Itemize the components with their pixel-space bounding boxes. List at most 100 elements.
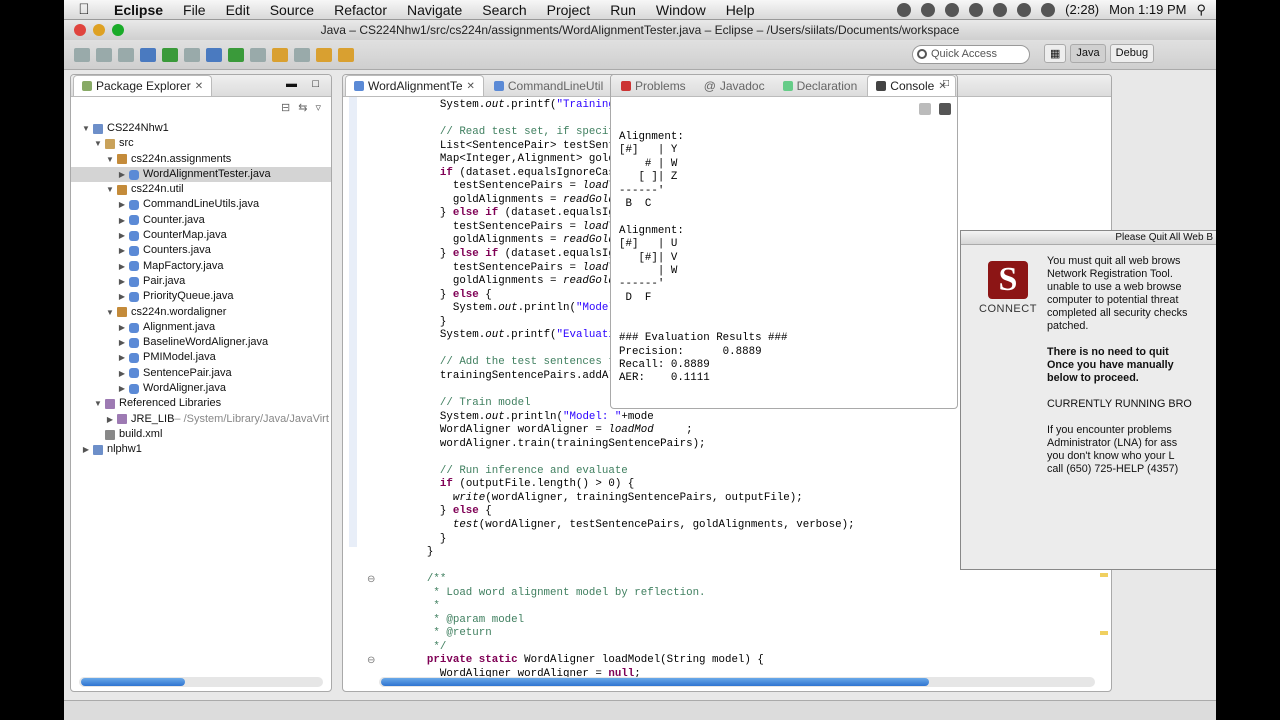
open-type-icon[interactable] [250, 47, 266, 62]
tree-item[interactable]: ▼ cs224n.wordaligner [71, 305, 331, 320]
code-line[interactable]: } [401, 533, 855, 547]
expanded-arrow-icon[interactable]: ▼ [105, 152, 115, 167]
annotation-icon[interactable] [294, 47, 310, 62]
search-toolbar-icon[interactable] [272, 47, 288, 62]
code-line[interactable]: * [401, 600, 855, 614]
tree-item[interactable]: ▶ JRE_LIB – /System/Library/Java/JavaVirt [71, 412, 331, 427]
code-line[interactable] [401, 560, 855, 574]
overview-marker[interactable] [1100, 631, 1108, 635]
code-line[interactable]: test(wordAligner, testSentencePairs, gol… [401, 519, 855, 533]
overview-marker[interactable] [1100, 573, 1108, 577]
tab-javadoc[interactable]: @ Javadoc [696, 76, 773, 96]
expanded-arrow-icon[interactable]: ▼ [81, 121, 91, 136]
expanded-arrow-icon[interactable]: ▼ [93, 396, 103, 411]
collapsed-arrow-icon[interactable]: ▶ [117, 274, 127, 289]
collapsed-arrow-icon[interactable]: ▶ [117, 197, 127, 212]
tab-wordalignmenttester[interactable]: WordAlignmentTe ✕ [345, 75, 484, 96]
code-line[interactable]: * Load word alignment model by reflectio… [401, 587, 855, 601]
collapsed-arrow-icon[interactable]: ▶ [117, 350, 127, 365]
flag-icon[interactable] [1017, 2, 1032, 17]
tree-item[interactable]: ▶ Counter.java [71, 213, 331, 228]
tree-item[interactable]: ▶ WordAligner.java [71, 381, 331, 396]
collapsed-arrow-icon[interactable]: ▶ [117, 320, 127, 335]
new-class-icon[interactable] [228, 47, 244, 62]
menu-run[interactable]: Run [600, 2, 646, 18]
editor-hscroll-thumb[interactable] [381, 678, 929, 686]
menu-refactor[interactable]: Refactor [324, 2, 397, 18]
maximize-view-icon[interactable]: □ [943, 78, 949, 89]
tab-problems[interactable]: Problems [613, 76, 694, 96]
expanded-arrow-icon[interactable]: ▼ [105, 182, 115, 197]
menu-window[interactable]: Window [646, 2, 716, 18]
tree-item[interactable]: ▶ nlphw1 [71, 442, 331, 457]
collapsed-arrow-icon[interactable]: ▶ [81, 442, 91, 457]
tree-item[interactable]: ▶ Counters.java [71, 243, 331, 258]
time-machine-icon[interactable] [945, 2, 960, 17]
battery-status[interactable]: (2:28) [1065, 2, 1099, 17]
dropbox-icon[interactable] [897, 2, 912, 17]
tree-item[interactable]: ▶ PriorityQueue.java [71, 289, 331, 304]
code-line[interactable]: private static WordAligner loadModel(Str… [401, 654, 855, 668]
tree-item[interactable]: ▼ Referenced Libraries [71, 396, 331, 411]
close-icon[interactable]: ✕ [467, 81, 475, 92]
tab-package-explorer[interactable]: Package Explorer ✕ [73, 75, 213, 96]
code-line[interactable]: System.out.println("Model: "+mode [401, 411, 855, 425]
close-icon[interactable]: ✕ [195, 81, 203, 92]
tree-item[interactable]: ▶ CounterMap.java [71, 228, 331, 243]
code-line[interactable]: // Run inference and evaluate [401, 465, 855, 479]
collapsed-arrow-icon[interactable]: ▶ [117, 167, 127, 182]
collapsed-arrow-icon[interactable]: ▶ [117, 259, 127, 274]
code-line[interactable]: if (outputFile.length() > 0) { [401, 478, 855, 492]
collapsed-arrow-icon[interactable]: ▶ [117, 243, 127, 258]
explorer-hscroll-thumb[interactable] [81, 678, 185, 686]
menu-project[interactable]: Project [537, 2, 601, 18]
expanded-arrow-icon[interactable]: ▼ [105, 305, 115, 320]
bluetooth-icon[interactable] [969, 2, 984, 17]
save-icon[interactable] [96, 47, 112, 62]
tree-item[interactable]: ▶ WordAlignmentTester.java [71, 166, 331, 183]
close-window-button[interactable] [74, 24, 86, 36]
code-line[interactable]: WordAligner wordAligner = loadMod ; [401, 424, 855, 438]
code-line[interactable]: } [401, 546, 855, 560]
apple-menu-icon[interactable]:  [64, 1, 104, 18]
menu-navigate[interactable]: Navigate [397, 2, 472, 18]
menu-app-name[interactable]: Eclipse [104, 2, 173, 18]
tree-item[interactable]: ▶ PMIModel.java [71, 350, 331, 365]
menu-help[interactable]: Help [716, 2, 765, 18]
tree-item[interactable]: ▶ BaselineWordAligner.java [71, 335, 331, 350]
run-icon[interactable] [162, 47, 178, 62]
terminate-icon[interactable] [919, 103, 931, 115]
spotlight-icon[interactable]: ⚲ [1196, 2, 1206, 18]
collapsed-arrow-icon[interactable]: ▶ [117, 381, 127, 396]
back-icon[interactable] [316, 47, 332, 62]
explorer-hscrollbar[interactable] [79, 677, 323, 687]
wifi-icon[interactable] [993, 2, 1008, 17]
menubar-clock[interactable]: Mon 1:19 PM [1109, 2, 1186, 17]
view-menu-icon[interactable]: ▿ [315, 101, 321, 114]
code-line[interactable]: * @param model [401, 614, 855, 628]
minimize-window-button[interactable] [93, 24, 105, 36]
new-java-project-icon[interactable] [206, 47, 222, 62]
menu-source[interactable]: Source [260, 2, 324, 18]
menu-file[interactable]: File [173, 2, 216, 18]
forward-icon[interactable] [338, 47, 354, 62]
new-icon[interactable] [74, 47, 90, 62]
zoom-window-button[interactable] [112, 24, 124, 36]
collapsed-arrow-icon[interactable]: ▶ [117, 213, 127, 228]
collapsed-arrow-icon[interactable]: ▶ [117, 366, 127, 381]
tree-item[interactable]: ▼ cs224n.assignments [71, 152, 331, 167]
volume-icon[interactable] [1041, 2, 1056, 17]
code-line[interactable]: write(wordAligner, trainingSentencePairs… [401, 492, 855, 506]
tree-item[interactable]: ▶ Alignment.java [71, 320, 331, 335]
tree-item[interactable]: ▶ Pair.java [71, 274, 331, 289]
collapsed-arrow-icon[interactable]: ▶ [117, 335, 127, 350]
expanded-arrow-icon[interactable]: ▼ [93, 136, 103, 151]
tree-item[interactable]: build.xml [71, 427, 331, 442]
collapsed-arrow-icon[interactable]: ▶ [105, 412, 115, 427]
code-line[interactable]: */ [401, 641, 855, 655]
link-with-editor-icon[interactable]: ⇆ [298, 101, 307, 114]
minimize-view-icon[interactable]: ▬ [286, 78, 297, 90]
open-perspective-icon[interactable]: ▦ [1044, 44, 1067, 63]
code-line[interactable]: * @return [401, 627, 855, 641]
tree-item[interactable]: ▼ cs224n.util [71, 182, 331, 197]
